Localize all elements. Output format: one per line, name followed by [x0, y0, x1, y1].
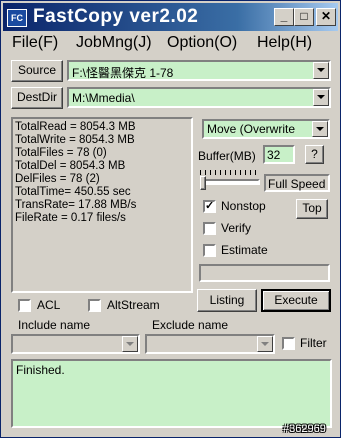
acl-checkbox[interactable]: [18, 299, 31, 312]
menu-file[interactable]: File(F): [12, 34, 58, 52]
copy-mode-dropdown-arrow[interactable]: [312, 121, 328, 137]
source-button[interactable]: Source: [11, 60, 63, 82]
chevron-down-icon: [261, 342, 269, 346]
destdir-path-value: M:\Mmedia\: [72, 91, 135, 105]
speed-label: Full Speed: [268, 177, 326, 191]
copy-mode-select[interactable]: Move (Overwrite: [202, 119, 330, 139]
stat-total-del: TotalDel = 8054.3 MB: [15, 160, 126, 172]
listing-button[interactable]: Listing: [197, 289, 257, 312]
stat-trans-rate: TransRate= 17.88 MB/s: [15, 199, 137, 211]
filter-label: Filter: [300, 336, 327, 350]
top-button[interactable]: Top: [296, 199, 328, 219]
fastcopy-window: FC FastCopy ver2.02 _ □ ✕ File(F) JobMng…: [0, 0, 341, 438]
buffer-label: Buffer(MB): [198, 149, 256, 163]
speed-slider-ticks: [200, 170, 260, 175]
minimize-icon: _: [280, 9, 288, 23]
exclude-name-label: Exclude name: [152, 318, 229, 332]
progress-bar: [199, 264, 330, 282]
chevron-down-icon: [316, 127, 324, 131]
statistics-panel: TotalRead = 8054.3 MB TotalWrite = 8054.…: [11, 117, 193, 293]
menu-bar: File(F) JobMng(J) Option(O) Help(H): [3, 32, 338, 54]
source-path-value: F:\怪醫黑傑克 1-78: [72, 66, 174, 80]
close-button[interactable]: ✕: [316, 8, 336, 26]
stat-total-time: TotalTime= 450.55 sec: [15, 186, 131, 198]
copy-mode-value: Move (Overwrite: [207, 122, 296, 136]
chevron-down-icon: [317, 95, 325, 99]
source-dropdown-arrow[interactable]: [313, 62, 329, 79]
filter-checkbox[interactable]: [282, 337, 295, 350]
stat-total-write: TotalWrite = 8054.3 MB: [15, 134, 135, 146]
stat-file-rate: FileRate = 0.17 files/s: [15, 212, 126, 224]
speed-slider-track[interactable]: [200, 179, 260, 185]
speed-slider-thumb[interactable]: [200, 176, 206, 190]
buffer-input[interactable]: 32: [263, 145, 295, 164]
menu-option[interactable]: Option(O): [167, 34, 237, 52]
nonstop-label: Nonstop: [221, 199, 266, 213]
maximize-button[interactable]: □: [294, 8, 314, 26]
minimize-button[interactable]: _: [274, 8, 294, 26]
nonstop-checkbox[interactable]: ✓: [203, 200, 216, 213]
destdir-path-combo[interactable]: M:\Mmedia\: [67, 87, 331, 108]
buffer-value: 32: [267, 148, 281, 162]
destdir-button[interactable]: DestDir: [11, 87, 63, 109]
altstream-label: AltStream: [107, 298, 160, 312]
verify-checkbox[interactable]: [203, 222, 216, 235]
estimate-checkbox[interactable]: [203, 244, 216, 257]
altstream-checkbox[interactable]: [88, 299, 101, 312]
source-path-combo[interactable]: F:\怪醫黑傑克 1-78: [67, 60, 331, 81]
status-panel: Finished.: [11, 359, 332, 428]
exclude-dropdown-arrow[interactable]: [257, 336, 273, 352]
include-name-label: Include name: [18, 318, 91, 332]
maximize-icon: □: [300, 9, 308, 23]
exclude-name-combo[interactable]: [145, 334, 275, 354]
menu-jobmng[interactable]: JobMng(J): [76, 34, 152, 52]
execute-button[interactable]: Execute: [261, 289, 331, 312]
fastcopy-app-icon[interactable]: FC: [7, 9, 27, 27]
destdir-dropdown-arrow[interactable]: [313, 89, 329, 106]
chevron-down-icon: [317, 68, 325, 72]
status-text: Finished.: [16, 363, 65, 377]
buffer-help-button[interactable]: ?: [305, 145, 324, 164]
acl-label: ACL: [37, 298, 61, 312]
title-bar[interactable]: FC FastCopy ver2.02 _ □ ✕: [3, 3, 338, 31]
window-title: FastCopy ver2.02: [33, 6, 199, 27]
verify-label: Verify: [221, 221, 252, 235]
close-icon: ✕: [320, 9, 332, 23]
watermark-text: #362969: [283, 423, 326, 435]
stat-del-files: DelFiles = 78 (2): [15, 173, 100, 185]
speed-readout: Full Speed: [264, 174, 330, 192]
menu-help[interactable]: Help(H): [257, 34, 312, 52]
check-icon: ✓: [205, 200, 215, 212]
chevron-down-icon: [126, 342, 134, 346]
stat-total-files: TotalFiles = 78 (0): [15, 147, 107, 159]
include-dropdown-arrow[interactable]: [122, 336, 138, 352]
stat-total-read: TotalRead = 8054.3 MB: [15, 121, 136, 133]
estimate-label: Estimate: [221, 243, 268, 257]
include-name-combo[interactable]: [11, 334, 140, 354]
